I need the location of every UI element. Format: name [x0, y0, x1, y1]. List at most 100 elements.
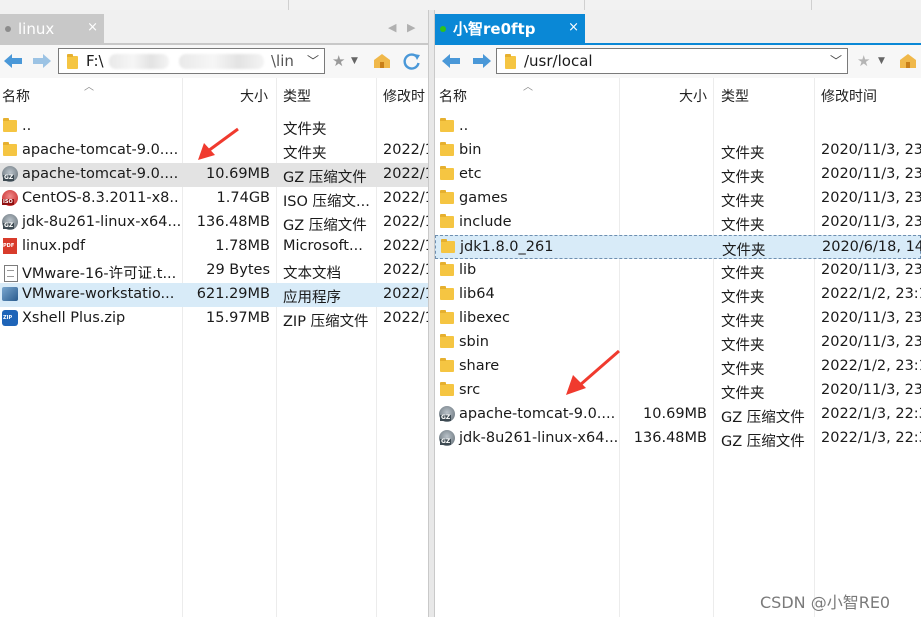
file-name-cell: libexec — [439, 310, 617, 326]
file-row[interactable]: jdk-8u261-linux-x64... 136.48MB GZ 压缩文件 202… — [435, 427, 921, 451]
application-icon — [2, 286, 18, 302]
folder-icon — [504, 54, 516, 69]
column-modified[interactable]: 修改时间 — [821, 86, 877, 106]
file-row[interactable]: apache-tomcat-9.0.... 10.69MB GZ 压缩文件 2022/… — [0, 163, 428, 187]
back-arrow-icon[interactable] — [2, 51, 24, 71]
file-name: linux.pdf — [22, 238, 86, 254]
file-row[interactable]: sbin 文件夹 2020/11/3, 23 — [435, 331, 921, 355]
file-type: 文件夹 — [722, 243, 766, 259]
remote-path-input[interactable]: /usr/local ﹀ — [496, 48, 848, 74]
file-row[interactable]: linux.pdf 1.78MB Microsoft... 2022/1 — [0, 235, 428, 259]
tab-local-linux[interactable]: linux × — [0, 14, 104, 43]
column-name[interactable]: 名称 — [439, 86, 467, 106]
file-type: 文件夹 — [721, 218, 765, 234]
file-row[interactable]: .. — [435, 115, 921, 139]
folder-icon — [439, 286, 455, 302]
file-name: jdk1.8.0_261 — [460, 239, 554, 255]
bookmark-star-icon[interactable]: ★ — [857, 51, 870, 71]
file-name-cell: CentOS-8.3.2011-x8... — [2, 190, 180, 206]
pdf-icon — [2, 238, 18, 254]
local-toolbar: F:\ \lin ﹀ ★ ▼ — [0, 45, 428, 78]
file-row[interactable]: games 文件夹 2020/11/3, 23 — [435, 187, 921, 211]
file-modified: 2020/11/3, 23 — [821, 190, 921, 206]
file-name: games — [459, 190, 508, 206]
forward-arrow-icon[interactable] — [471, 51, 493, 71]
zip-archive-icon — [2, 310, 18, 326]
column-name[interactable]: 名称 — [2, 86, 30, 106]
file-row[interactable]: lib64 文件夹 2022/1/2, 23:1 — [435, 283, 921, 307]
file-type: 文件夹 — [721, 146, 765, 162]
bookmark-dropdown-icon[interactable]: ▼ — [878, 51, 885, 71]
remote-column-header: ︿ 名称 大小 类型 修改时间 — [435, 78, 921, 115]
column-type[interactable]: 类型 — [283, 86, 311, 106]
file-row[interactable]: lib 文件夹 2020/11/3, 23 — [435, 259, 921, 283]
tab-scroll-right-icon[interactable]: ▶ — [407, 21, 415, 34]
file-name: share — [459, 358, 500, 374]
file-type: ISO 压缩文... — [283, 194, 370, 210]
file-row[interactable]: bin 文件夹 2020/11/3, 23 — [435, 139, 921, 163]
file-name-cell: etc — [439, 166, 617, 182]
close-tab-icon[interactable]: × — [568, 21, 579, 35]
file-row[interactable]: VMware-workstatio... 621.29MB 应用程序 2022/1 — [0, 283, 428, 307]
annotation-arrow-icon — [566, 349, 620, 395]
local-path-input[interactable]: F:\ \lin ﹀ — [58, 48, 325, 74]
forward-arrow-icon[interactable] — [31, 51, 53, 71]
column-type[interactable]: 类型 — [721, 86, 749, 106]
file-modified: 2020/6/18, 14 — [822, 239, 921, 255]
bookmark-dropdown-icon[interactable]: ▼ — [351, 51, 358, 71]
tab-remote-ftp[interactable]: 小智re0ftp × — [435, 14, 585, 43]
folder-icon — [66, 54, 78, 69]
file-type: 文件夹 — [283, 146, 327, 162]
file-type: GZ 压缩文件 — [721, 434, 805, 450]
file-row[interactable]: VMware-16-许可证.t... 29 Bytes 文本文档 2022/1 — [0, 259, 428, 283]
pane-splitter[interactable] — [428, 10, 435, 617]
file-name: Xshell Plus.zip — [22, 310, 126, 326]
file-name: bin — [459, 142, 482, 158]
file-type: 文件夹 — [721, 170, 765, 186]
back-arrow-icon[interactable] — [440, 51, 462, 71]
file-name-cell: .. — [2, 118, 180, 134]
file-type: 文件夹 — [283, 122, 327, 138]
watermark: CSDN @小智RE0 — [760, 593, 891, 612]
file-name: VMware-16-许可证.t... — [22, 266, 177, 282]
file-modified: 2022/1/3, 22:3 — [821, 406, 921, 422]
file-row[interactable]: jdk1.8.0_261 文件夹 2020/6/18, 14 — [435, 235, 921, 259]
close-tab-icon[interactable]: × — [87, 21, 98, 35]
file-row[interactable]: jdk-8u261-linux-x64... 136.48MB GZ 压缩文件 202… — [0, 211, 428, 235]
file-row[interactable]: src 文件夹 2020/11/3, 23 — [435, 379, 921, 403]
remote-toolbar: /usr/local ﹀ ★ ▼ — [435, 45, 921, 78]
file-name: libexec — [459, 310, 510, 326]
file-name-cell: jdk-8u261-linux-x64... — [439, 430, 617, 446]
tab-status-dot — [5, 26, 11, 32]
folder-icon — [439, 310, 455, 326]
file-name: apache-tomcat-9.0.... — [22, 166, 179, 182]
file-row[interactable]: share 文件夹 2022/1/2, 23:1 — [435, 355, 921, 379]
home-folder-icon[interactable] — [898, 51, 918, 71]
tab-title: linux — [18, 19, 55, 38]
file-row[interactable]: CentOS-8.3.2011-x8... 1.74GB ISO 压缩文... 202… — [0, 187, 428, 211]
folder-icon — [439, 166, 455, 182]
file-modified: 2020/11/3, 23 — [821, 382, 921, 398]
file-row[interactable]: Xshell Plus.zip 15.97MB ZIP 压缩文件 2022/1 — [0, 307, 428, 331]
gz-archive-icon — [439, 430, 455, 446]
tab-scroll-left-icon[interactable]: ◀ — [388, 21, 396, 34]
folder-icon — [2, 118, 18, 134]
folder-icon — [439, 142, 455, 158]
chevron-down-icon[interactable]: ﹀ — [830, 52, 842, 69]
refresh-icon[interactable] — [402, 51, 422, 71]
file-name: lib — [459, 262, 477, 278]
file-name-cell: Xshell Plus.zip — [2, 310, 180, 326]
file-row[interactable]: apache-tomcat-9.0.... 10.69MB GZ 压缩文件 2022/… — [435, 403, 921, 427]
file-size: 136.48MB — [196, 214, 270, 230]
bookmark-star-icon[interactable]: ★ — [332, 51, 345, 71]
file-row[interactable]: libexec 文件夹 2020/11/3, 23 — [435, 307, 921, 331]
column-modified[interactable]: 修改时 — [383, 86, 425, 106]
column-size[interactable]: 大小 — [240, 86, 268, 106]
folder-icon — [439, 262, 455, 278]
column-size[interactable]: 大小 — [679, 86, 707, 106]
file-size: 1.74GB — [216, 190, 270, 206]
home-folder-icon[interactable] — [372, 51, 392, 71]
file-row[interactable]: etc 文件夹 2020/11/3, 23 — [435, 163, 921, 187]
file-row[interactable]: include 文件夹 2020/11/3, 23 — [435, 211, 921, 235]
chevron-down-icon[interactable]: ﹀ — [307, 52, 319, 69]
